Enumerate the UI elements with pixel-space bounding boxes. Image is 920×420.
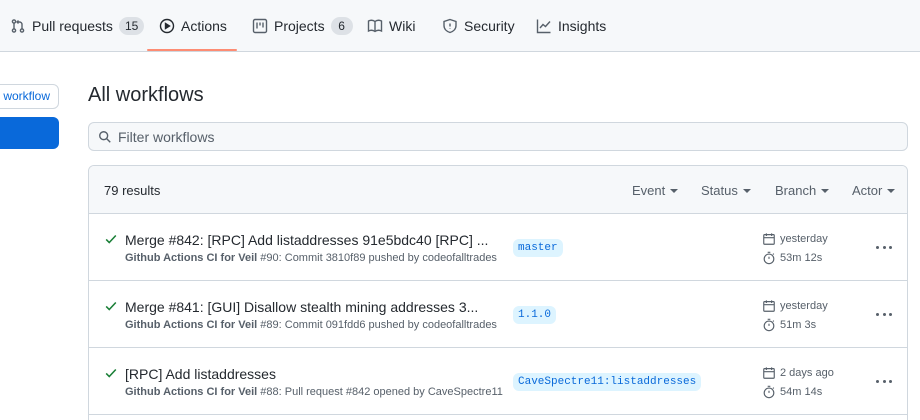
run-detail: #89: Commit 091fdd6 pushed by codeofallt… — [260, 319, 497, 331]
run-duration-text: 54m 14s — [780, 386, 823, 398]
run-options-kebab-icon[interactable] — [874, 306, 894, 322]
run-meta: Github Actions CI for Veil #89: Commit 0… — [125, 319, 497, 331]
caret-down-icon — [742, 188, 751, 193]
branch-label[interactable]: master — [513, 239, 563, 257]
caret-down-icon — [821, 188, 830, 193]
workflow-run-row[interactable]: Merge #842: [RPC] Add listaddresses 91e5… — [89, 214, 907, 281]
runs-list-header: 79 results Event Status Branch Actor — [89, 166, 907, 214]
actor-filter-label: Actor — [852, 183, 883, 198]
tab-actions[interactable]: Actions — [159, 0, 227, 52]
actor-filter-dropdown[interactable]: Actor — [852, 183, 896, 198]
run-date: 2 days ago — [762, 366, 834, 380]
calendar-icon — [763, 300, 775, 312]
run-date-text: yesterday — [780, 300, 828, 312]
pull-request-icon — [11, 19, 25, 33]
tab-wiki[interactable]: Wiki — [367, 0, 415, 52]
tab-insights[interactable]: Insights — [536, 0, 606, 52]
calendar-icon — [763, 367, 775, 379]
event-filter-label: Event — [632, 183, 666, 198]
caret-down-icon — [670, 188, 679, 193]
run-duration-text: 51m 3s — [780, 319, 817, 331]
branch-label[interactable]: CaveSpectre11:listaddresses — [513, 373, 702, 391]
run-title-link[interactable]: Merge #841: [GUI] Disallow stealth minin… — [125, 299, 478, 315]
search-icon — [99, 131, 111, 143]
run-duration: 54m 14s — [762, 385, 822, 399]
play-icon — [159, 18, 175, 34]
workflow-runs-list: 79 results Event Status Branch Actor Mer… — [88, 165, 908, 420]
workflow-run-row[interactable]: [RPC] Add listaddresses Github Actions C… — [89, 348, 907, 415]
workflow-name: Github Actions CI for Veil — [125, 252, 258, 264]
stopwatch-icon — [763, 251, 775, 265]
calendar-icon — [763, 233, 775, 245]
tab-pull-requests[interactable]: Pull requests 15 — [10, 0, 145, 52]
workflow-name: Github Actions CI for Veil — [125, 386, 258, 398]
workflow-name: Github Actions CI for Veil — [125, 319, 258, 331]
page-title: All workflows — [88, 84, 204, 106]
success-check-icon — [104, 366, 118, 380]
branch-filter-label: Branch — [775, 183, 817, 198]
shield-icon — [443, 18, 457, 34]
run-duration-text: 53m 12s — [780, 252, 823, 264]
run-detail: #88: Pull request #842 opened by CaveSpe… — [260, 386, 503, 398]
run-title-link[interactable]: Merge #842: [RPC] Add listaddresses 91e5… — [125, 232, 488, 248]
run-title-link[interactable]: [RPC] Add listaddresses — [125, 366, 276, 382]
repo-tab-bar: Pull requests 15 Actions Projects 6 Wiki… — [0, 0, 920, 52]
run-duration: 53m 12s — [762, 251, 822, 265]
tab-label: Projects — [274, 18, 325, 34]
tab-label: Insights — [558, 18, 607, 34]
status-filter-dropdown[interactable]: Status — [701, 183, 751, 198]
new-workflow-button[interactable]: workflow — [0, 84, 59, 109]
run-detail: #90: Commit 3810f89 pushed by codeofallt… — [260, 252, 497, 264]
run-date: yesterday — [762, 232, 828, 246]
run-meta: Github Actions CI for Veil #90: Commit 3… — [125, 252, 497, 264]
book-icon — [367, 19, 383, 33]
filter-workflows-input[interactable] — [118, 123, 898, 150]
caret-down-icon — [887, 188, 896, 193]
stopwatch-icon — [763, 385, 775, 399]
sidebar-item-all-workflows[interactable] — [0, 117, 59, 149]
branch-filter-dropdown[interactable]: Branch — [775, 183, 830, 198]
project-board-icon — [252, 18, 268, 34]
filter-workflows-field[interactable] — [88, 122, 908, 151]
success-check-icon — [104, 299, 118, 313]
tab-security[interactable]: Security — [442, 0, 515, 52]
projects-counter: 6 — [330, 17, 353, 35]
success-check-icon — [104, 232, 118, 246]
tab-label: Actions — [181, 18, 227, 34]
run-options-kebab-icon[interactable] — [874, 239, 894, 255]
tab-projects[interactable]: Projects 6 — [252, 0, 353, 52]
selected-tab-indicator — [147, 49, 237, 51]
graph-icon — [536, 19, 551, 34]
workflow-run-row[interactable]: Merge #841: [GUI] Disallow stealth minin… — [89, 281, 907, 348]
pull-requests-counter: 15 — [118, 17, 145, 35]
tab-label: Pull requests — [32, 18, 113, 34]
run-date-text: 2 days ago — [780, 367, 834, 379]
run-date: yesterday — [762, 299, 828, 313]
branch-label[interactable]: 1.1.0 — [513, 306, 557, 324]
run-date-text: yesterday — [780, 233, 828, 245]
stopwatch-icon — [763, 318, 775, 332]
event-filter-dropdown[interactable]: Event — [632, 183, 679, 198]
run-meta: Github Actions CI for Veil #88: Pull req… — [125, 386, 503, 398]
tab-label: Security — [464, 18, 515, 34]
status-filter-label: Status — [701, 183, 738, 198]
run-duration: 51m 3s — [762, 318, 816, 332]
tab-label: Wiki — [389, 18, 416, 34]
results-count: 79 results — [104, 183, 161, 198]
run-options-kebab-icon[interactable] — [874, 373, 894, 389]
